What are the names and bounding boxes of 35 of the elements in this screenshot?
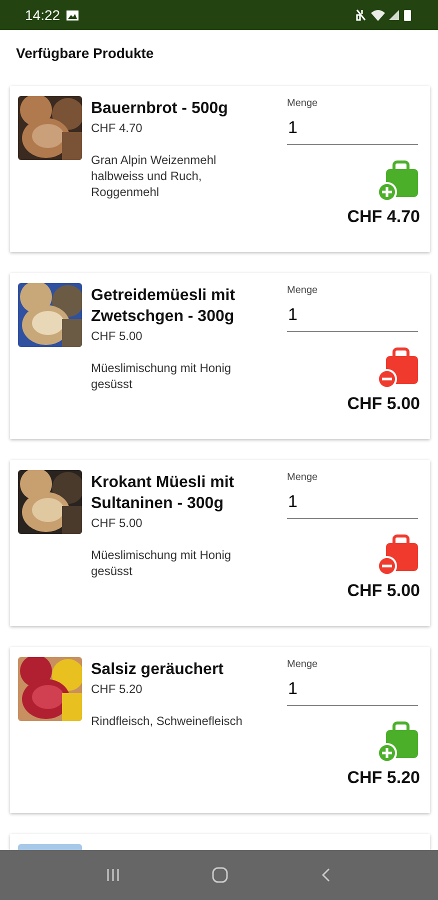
quantity-label: Menge <box>287 285 318 296</box>
product-name: Krokant Müesli mit Sultaninen - 300g <box>91 473 236 514</box>
product-description: Müeslimischung mit Honig gesüsst <box>91 360 232 392</box>
remove-from-cart-button[interactable] <box>376 533 420 577</box>
quantity-field[interactable]: 1 <box>287 673 418 706</box>
product-name: Salsiz geräuchert <box>91 660 224 680</box>
add-to-cart-button[interactable] <box>376 159 420 203</box>
total-price: CHF 5.00 <box>347 394 420 414</box>
recent-apps-icon[interactable] <box>106 868 120 882</box>
product-price: CHF 5.00 <box>91 516 144 530</box>
back-icon[interactable] <box>320 867 332 883</box>
status-icons-drawing <box>356 8 414 22</box>
total-price: CHF 5.20 <box>347 768 420 788</box>
home-icon[interactable] <box>210 866 229 884</box>
quantity-label: Menge <box>287 472 318 483</box>
product-description: Rindfleisch, Schweinefleisch <box>91 713 244 729</box>
quantity-field[interactable]: 1 <box>287 299 418 332</box>
total-price: CHF 4.70 <box>347 207 420 227</box>
image-icon <box>66 10 80 20</box>
add-to-cart-button[interactable] <box>376 720 420 764</box>
product-description: Gran Alpin Weizenmehl halbweiss und Ruch, Roggenmehl <box>91 152 218 200</box>
page-title: Verfügbare Produkte <box>16 45 155 63</box>
quantity-label: Menge <box>287 659 318 670</box>
total-price: CHF 5.00 <box>347 581 420 601</box>
product-price: CHF 4.70 <box>91 121 144 135</box>
status-time: 14:22 <box>25 7 60 23</box>
quantity-field[interactable]: 1 <box>287 112 418 145</box>
product-name: Bauernbrot - 500g <box>91 99 229 119</box>
product-description: Müeslimischung mit Honig gesüsst <box>91 547 232 579</box>
quantity-label: Menge <box>287 98 318 109</box>
product-price: CHF 5.00 <box>91 329 144 343</box>
product-price: CHF 5.20 <box>91 682 144 696</box>
product-name: Getreidemüesli mit Zwetschgen - 300g <box>91 286 236 327</box>
remove-from-cart-button[interactable] <box>376 346 420 390</box>
quantity-field[interactable]: 1 <box>287 486 418 519</box>
